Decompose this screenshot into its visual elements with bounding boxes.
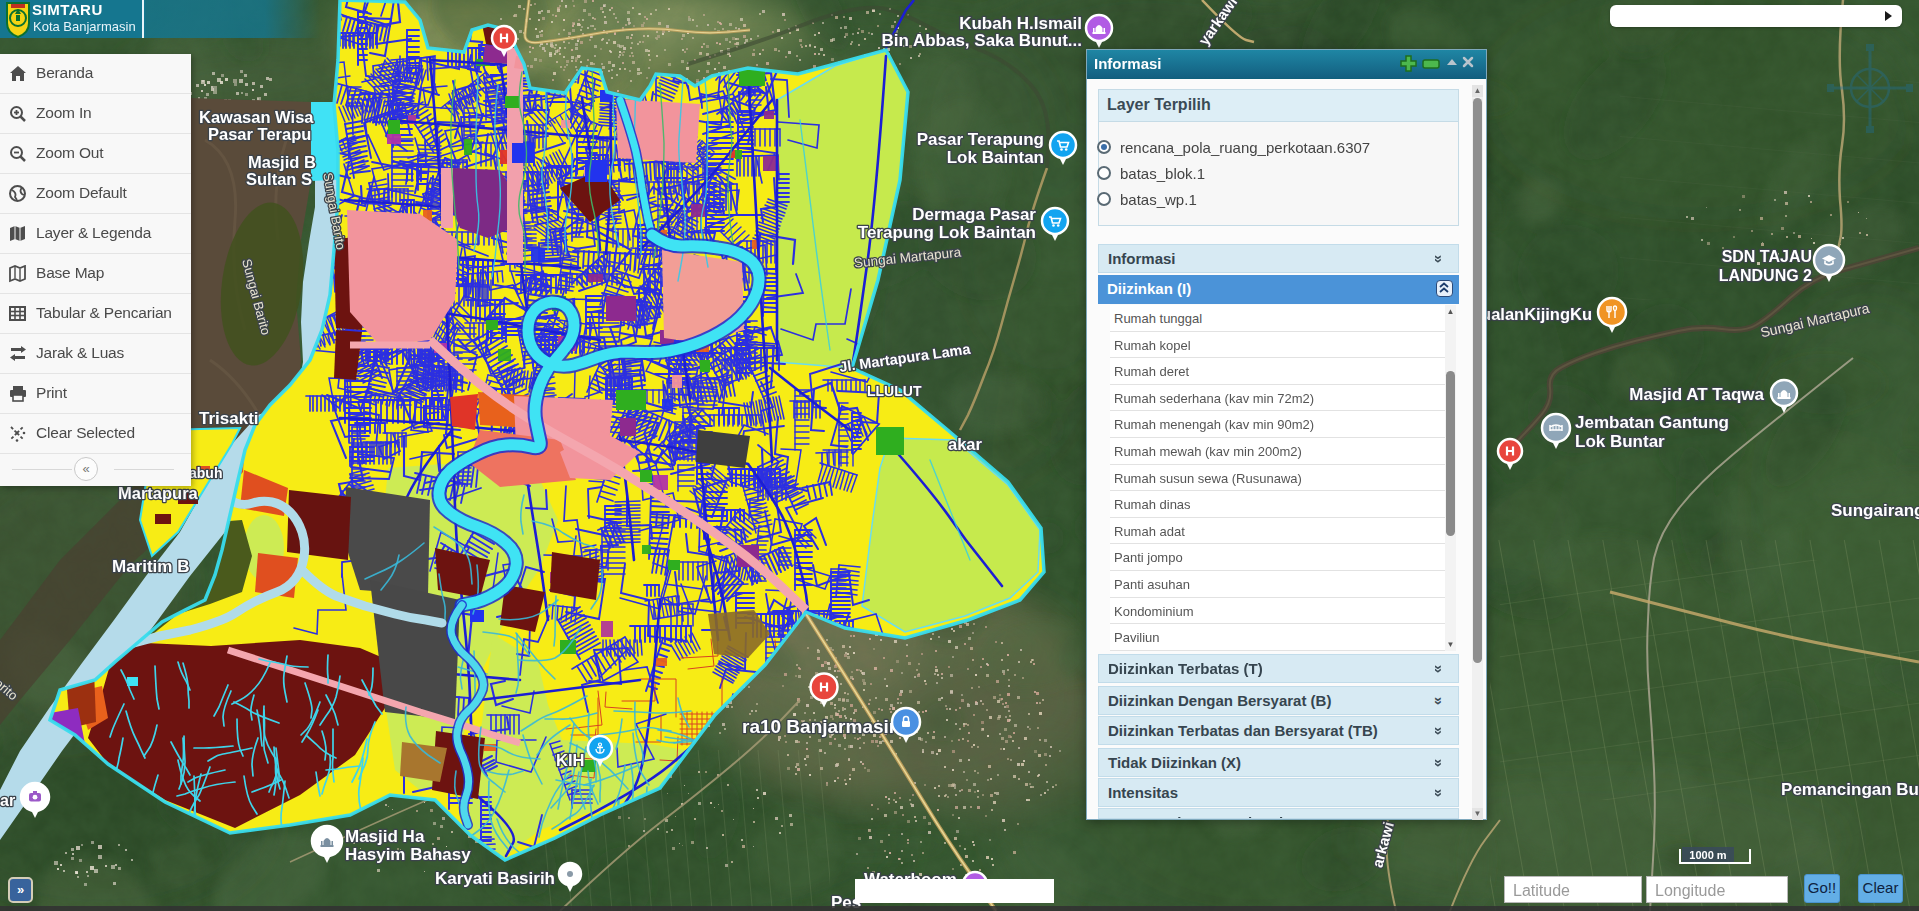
svg-text:Jembatan Gantung: Jembatan Gantung bbox=[1575, 413, 1729, 432]
svg-text:LLULUT: LLULUT bbox=[867, 383, 922, 399]
svg-text:Bin Abbas, Saka Bunut...: Bin Abbas, Saka Bunut... bbox=[881, 31, 1082, 50]
svg-text:LANDUNG 2: LANDUNG 2 bbox=[1719, 267, 1812, 284]
svg-text:akar: akar bbox=[948, 435, 983, 453]
svg-text:Masjid Ha: Masjid Ha bbox=[345, 827, 425, 846]
svg-text:Pasar Terapu: Pasar Terapu bbox=[208, 125, 311, 143]
svg-text:ualanKijingKu: ualanKijingKu bbox=[1481, 305, 1592, 323]
svg-text:Maritim B: Maritim B bbox=[112, 557, 189, 576]
svg-text:Hasyim Bahasy: Hasyim Bahasy bbox=[345, 845, 471, 864]
svg-text:SDN TAJAU: SDN TAJAU bbox=[1722, 248, 1812, 265]
svg-text:Pasar Terapung: Pasar Terapung bbox=[917, 130, 1044, 149]
svg-text:Sungairang: Sungairang bbox=[1831, 501, 1919, 520]
svg-text:Lok Buntar: Lok Buntar bbox=[1575, 432, 1665, 451]
svg-text:KIH: KIH bbox=[556, 751, 584, 769]
svg-text:Karyati Basirih: Karyati Basirih bbox=[435, 869, 555, 888]
svg-text:Kawasan Wisa: Kawasan Wisa bbox=[199, 108, 314, 126]
svg-text:Masjid B: Masjid B bbox=[248, 153, 316, 171]
svg-text:abuh: abuh bbox=[189, 465, 222, 481]
svg-text:Dermaga Pasar: Dermaga Pasar bbox=[912, 205, 1036, 224]
svg-text:Masjid AT Taqwa: Masjid AT Taqwa bbox=[1629, 385, 1764, 404]
svg-text:Martapura: Martapura bbox=[118, 484, 199, 502]
svg-text:Lok Baintan: Lok Baintan bbox=[947, 148, 1044, 167]
svg-text:Pemancingan Bu: Pemancingan Bu bbox=[1781, 780, 1919, 799]
svg-text:Trisakti: Trisakti bbox=[199, 409, 259, 428]
svg-text:1000 m: 1000 m bbox=[1689, 849, 1727, 861]
svg-text:Terapung Lok Baintan: Terapung Lok Baintan bbox=[858, 223, 1036, 242]
svg-text:ra10 Banjarmasin: ra10 Banjarmasin bbox=[742, 716, 900, 737]
svg-text:Sultan S: Sultan S bbox=[246, 170, 312, 188]
svg-text:ar: ar bbox=[0, 792, 15, 809]
